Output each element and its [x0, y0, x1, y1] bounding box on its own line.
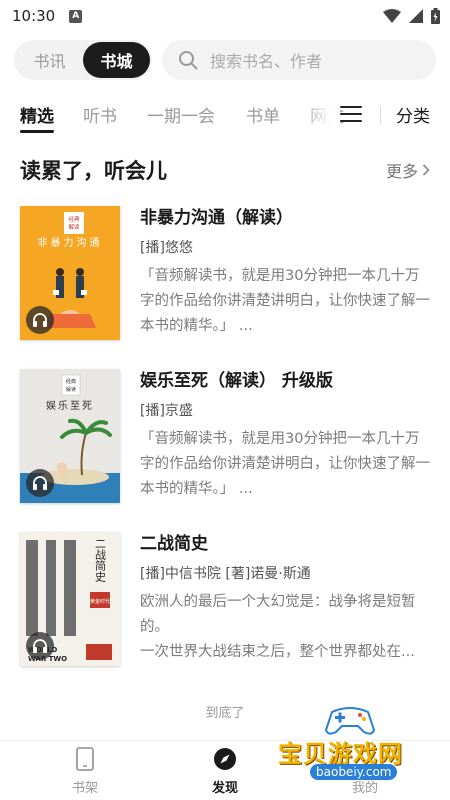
- book-cover: 经典 解读 非暴力沟通: [20, 206, 120, 340]
- watermark-logo: 宝贝游戏网 baobeiy.com: [272, 700, 442, 790]
- svg-text:二战简史: 二战简史: [94, 538, 107, 583]
- svg-text:解读: 解读: [66, 386, 76, 393]
- tab-bookstore[interactable]: 书城: [83, 42, 150, 78]
- status-time: 10:30: [12, 7, 56, 25]
- book-author: [播]悠悠: [140, 240, 193, 256]
- book-title: 二战简史: [140, 534, 208, 554]
- category-button[interactable]: 分类: [396, 102, 430, 127]
- status-indicators: [383, 8, 440, 24]
- book-title: 非暴力沟通（解读）: [140, 208, 293, 228]
- headphone-icon: [26, 632, 54, 660]
- feed-mode-toggle: 书讯 书城: [14, 40, 152, 80]
- headphone-icon: [26, 306, 54, 334]
- svg-text:黄金时代: 黄金时代: [90, 598, 110, 605]
- tab-audiobooks[interactable]: 听书: [83, 102, 117, 127]
- wifi-icon: [383, 9, 401, 23]
- tab-fade-overlay: [300, 96, 340, 132]
- book-author: [播]中信书院 [著]诺曼·斯通: [140, 566, 311, 582]
- tab-divider: [380, 106, 381, 124]
- nav-discover-label: 发现: [211, 781, 238, 796]
- svg-text:经典: 经典: [66, 378, 76, 385]
- active-tab-indicator: [20, 130, 54, 133]
- svg-text:非暴力沟通: 非暴力沟通: [38, 236, 103, 249]
- headphone-icon: [26, 469, 54, 497]
- menu-icon[interactable]: [340, 104, 362, 124]
- book-info: 二战简史 [播]中信书院 [著]诺曼·斯通 欧洲人的最后一个大幻觉是：战争将是短…: [140, 532, 432, 665]
- book-item[interactable]: 二战简史 黄金时代 WORLD WAR TWO 二战简史 [播]中信书院 [著]…: [20, 532, 430, 672]
- book-description: 「音频解读书，就是用30分钟把一本几十万字的作品给你讲清楚讲明白，让你快速了解一…: [140, 268, 430, 334]
- more-link[interactable]: 更多: [386, 158, 430, 182]
- nav-bookshelf-label: 书架: [71, 781, 98, 796]
- book-info: 娱乐至死（解读） 升级版 [播]京盛 「音频解读书，就是用30分钟把一本几十万字…: [140, 369, 432, 502]
- book-info: 非暴力沟通（解读） [播]悠悠 「音频解读书，就是用30分钟把一本几十万字的作品…: [140, 206, 432, 339]
- search-placeholder: 搜索书名、作者: [210, 52, 323, 71]
- svg-text:经典: 经典: [68, 215, 80, 223]
- section-header: 读累了，听会儿 更多: [20, 152, 430, 188]
- compass-icon: [214, 748, 236, 770]
- svg-text:解读: 解读: [68, 223, 80, 231]
- book-description: 欧洲人的最后一个大幻觉是：战争将是短暂的。 一次世界大战结束之后，整个世界都处在…: [140, 594, 416, 660]
- svg-text:娱乐至死: 娱乐至死: [46, 399, 94, 412]
- tab-featured[interactable]: 精选: [20, 102, 54, 127]
- book-cover: 二战简史 黄金时代 WORLD WAR TWO: [20, 532, 120, 666]
- category-tabs: 精选 听书 一期一会 书单 网文 分类: [0, 96, 450, 136]
- book-item[interactable]: 经典 解读 非暴力沟通 非暴力沟通（解读） [播]悠悠 「音频解读书，就是用30…: [20, 206, 430, 346]
- notification-icon: A: [69, 9, 83, 23]
- top-bar: 书讯 书城 搜索书名、作者: [14, 40, 436, 80]
- phone-bookshelf-icon: [76, 747, 94, 771]
- gamepad-icon: [324, 707, 376, 735]
- section-title: 读累了，听会儿: [20, 159, 167, 183]
- nav-discover[interactable]: 发现: [185, 747, 265, 796]
- book-cover: 经典 解读 娱乐至死: [20, 369, 120, 503]
- chevron-right-icon: [422, 164, 430, 176]
- tab-booklists[interactable]: 书单: [246, 102, 280, 127]
- book-author: [播]京盛: [140, 403, 193, 419]
- tab-once-in-a-lifetime[interactable]: 一期一会: [147, 102, 215, 127]
- book-item[interactable]: 经典 解读 娱乐至死 娱乐至死（解读） 升级版 [播]京盛 「音频解读书，就是用…: [20, 369, 430, 509]
- tab-news[interactable]: 书讯: [16, 42, 83, 78]
- battery-icon: [431, 8, 440, 24]
- signal-icon: [409, 9, 423, 23]
- more-label: 更多: [385, 162, 418, 181]
- book-description: 「音频解读书，就是用30分钟把一本几十万字的作品给你讲清楚讲明白，让你快速了解一…: [140, 431, 430, 497]
- status-bar: 10:30 A: [0, 0, 450, 32]
- search-input[interactable]: 搜索书名、作者: [162, 40, 436, 80]
- search-icon: [179, 51, 198, 70]
- watermark-url: baobeiy.com: [310, 764, 398, 780]
- nav-bookshelf[interactable]: 书架: [45, 747, 125, 796]
- book-title: 娱乐至死（解读） 升级版: [140, 371, 333, 391]
